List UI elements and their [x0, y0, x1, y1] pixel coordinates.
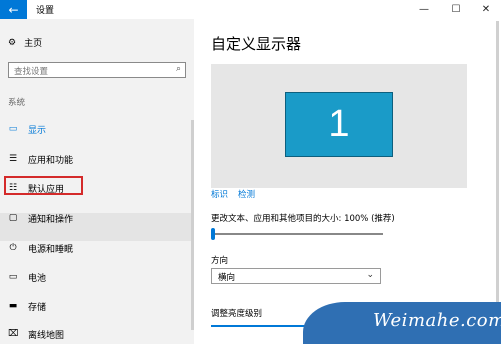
- watermark-text: Weimahe.com: [373, 310, 501, 331]
- page-title: 自定义显示器: [211, 35, 302, 53]
- apps-list-icon: ☰: [8, 154, 18, 164]
- sidebar: ⚙ 主页 查找设置 ⌕ 系统 ▭ 显示 ☰ 应用和功能 ☷ 默认应用 ▢ 通知和…: [0, 19, 194, 344]
- sidebar-item-label: 电源和睡眠: [28, 244, 74, 255]
- orientation-value: 横向: [218, 273, 236, 283]
- chevron-down-icon: ⌄: [366, 270, 374, 280]
- brightness-label: 调整亮度级别: [211, 309, 263, 319]
- display-links: 标识 检测: [211, 188, 255, 200]
- search-input[interactable]: 查找设置 ⌕: [8, 62, 186, 78]
- gear-icon: ⚙: [8, 37, 17, 48]
- section-title: 系统: [8, 98, 26, 108]
- sidebar-item-label: 电池: [28, 273, 47, 284]
- battery-icon: ▭: [8, 272, 18, 282]
- sidebar-item-battery[interactable]: ▭ 电池: [8, 268, 46, 286]
- home-label: 主页: [24, 39, 43, 49]
- sidebar-item-apps-features[interactable]: ☰ 应用和功能: [8, 150, 73, 168]
- monitor-tile[interactable]: 1: [285, 92, 393, 157]
- maximize-icon: ☐: [451, 4, 461, 15]
- maximize-button[interactable]: ☐: [441, 0, 471, 19]
- search-icon[interactable]: ⌕: [176, 64, 181, 74]
- watermark: Weimahe.com: [303, 302, 501, 344]
- arrow-left-icon: ←: [8, 2, 19, 17]
- monitor-number: 1: [328, 103, 350, 145]
- sidebar-item-label: 显示: [28, 125, 47, 136]
- storage-icon: ▬: [8, 301, 18, 311]
- search-placeholder: 查找设置: [14, 67, 49, 77]
- power-icon: ⏻: [9, 243, 17, 253]
- close-icon: ✕: [481, 4, 491, 15]
- minimize-icon: —: [419, 4, 429, 15]
- sidebar-item-offline-maps[interactable]: ⌧ 离线地图: [8, 325, 64, 343]
- window-title: 设置: [36, 6, 55, 16]
- orientation-dropdown[interactable]: 横向 ⌄: [211, 268, 381, 284]
- orientation-label: 方向: [211, 256, 229, 266]
- sidebar-home[interactable]: ⚙ 主页: [8, 36, 43, 50]
- scale-slider[interactable]: [211, 228, 383, 240]
- minimize-button[interactable]: —: [409, 0, 439, 19]
- sidebar-item-power-sleep[interactable]: ⏻ 电源和睡眠: [8, 239, 73, 257]
- map-icon: ⌧: [8, 329, 19, 339]
- title-bar: ← 设置 — ☐ ✕: [0, 0, 501, 19]
- main-panel: 自定义显示器 1 标识 检测 更改文本、应用和其他项目的大小: 100% (推荐…: [194, 19, 501, 344]
- display-icon: ▭: [8, 124, 18, 134]
- main-scrollbar[interactable]: [496, 21, 499, 325]
- sidebar-item-label: 通知和操作: [28, 214, 74, 225]
- sidebar-item-label: 离线地图: [28, 330, 65, 341]
- identify-link[interactable]: 标识: [211, 188, 228, 200]
- display-arrangement-area: 1: [211, 64, 467, 188]
- scale-slider-thumb[interactable]: [211, 228, 215, 240]
- scale-label: 更改文本、应用和其他项目的大小: 100% (推荐): [211, 214, 395, 224]
- sidebar-item-display[interactable]: ▭ 显示: [8, 120, 46, 138]
- sidebar-item-notifications[interactable]: ▢ 通知和操作: [8, 209, 73, 227]
- detect-link[interactable]: 检测: [238, 188, 255, 200]
- close-button[interactable]: ✕: [471, 0, 501, 19]
- back-button[interactable]: ←: [0, 0, 27, 19]
- sidebar-item-storage[interactable]: ▬ 存储: [8, 297, 46, 315]
- sidebar-item-label: 存储: [28, 302, 47, 313]
- notification-icon: ▢: [8, 213, 18, 223]
- sidebar-item-label: 应用和功能: [28, 155, 74, 166]
- scale-slider-track: [211, 233, 383, 235]
- highlight-box: [4, 176, 83, 195]
